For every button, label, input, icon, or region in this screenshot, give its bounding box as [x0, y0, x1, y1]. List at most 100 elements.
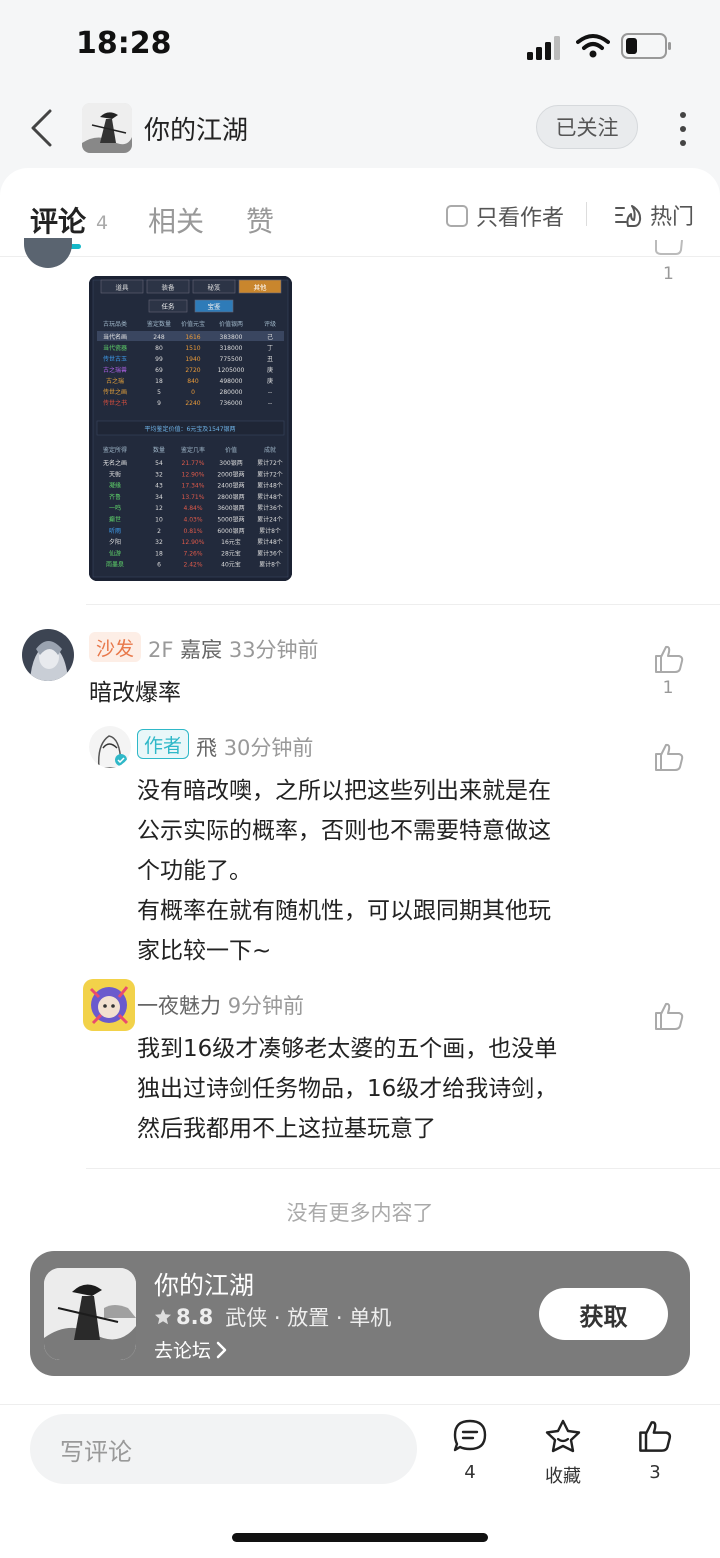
promo-app-name: 你的江湖 — [154, 1271, 255, 1300]
shot-header: 古玩品类 — [103, 320, 127, 328]
shot-cell: 累计8个 — [259, 561, 281, 569]
comment-time: 33分钟前 — [228, 638, 319, 662]
shot-tab-label: 装备 — [162, 283, 176, 292]
shot-cell: 当代名画 — [103, 333, 127, 341]
back-icon[interactable] — [28, 108, 54, 148]
comment-time: 9分钟前 — [227, 994, 305, 1018]
shot-cell: 10 — [155, 517, 163, 524]
shot-cell: 2.42% — [183, 562, 202, 569]
shot-cell: 12.90% — [182, 471, 205, 478]
star-icon — [155, 1309, 171, 1325]
shot-cell: 3600银两 — [217, 504, 244, 512]
page-title: 你的江湖 — [144, 116, 249, 146]
sort-hot-button[interactable]: 热门 — [614, 199, 694, 231]
checkbox-icon[interactable] — [446, 205, 468, 227]
shot-cell: 9 — [157, 400, 161, 407]
shot-cell: 累计48个 — [257, 538, 283, 546]
comment-meta: 飛 30分钟前 — [196, 732, 313, 762]
sort-icon — [615, 205, 642, 227]
comment-author[interactable]: 嘉宸 — [180, 638, 222, 662]
avatar[interactable] — [22, 629, 74, 681]
comment-text: 我到16级才凑够老太婆的五个画，也没单 独出过诗剑任务物品，16级才给我诗剑， … — [137, 1029, 557, 1149]
tab-related[interactable]: 相关 — [148, 200, 204, 240]
thumbs-up-icon[interactable] — [654, 240, 684, 260]
comment-author[interactable]: 飛 — [196, 736, 217, 760]
go-to-forum-link[interactable]: 去论坛 — [154, 1336, 229, 1363]
status-time: 18:28 — [76, 26, 172, 61]
shot-cell: 280000 — [220, 389, 243, 396]
like-count: 1 — [662, 678, 674, 698]
shot-tab-label: 道具 — [116, 283, 130, 292]
shot-cell: 2240 — [185, 400, 200, 407]
shot-cell: 累计72个 — [257, 470, 283, 478]
thumbs-up-icon[interactable] — [653, 1000, 685, 1032]
shot-cell: 4.03% — [183, 517, 202, 524]
write-comment-input[interactable]: 写评论 — [30, 1414, 417, 1484]
collect-label: 收藏 — [545, 1466, 581, 1487]
shot-header: 成就 — [264, 446, 276, 454]
shot-cell: 17.34% — [182, 483, 205, 490]
shot-header: 价值 — [225, 446, 237, 454]
author-only-toggle[interactable]: 只看作者 — [446, 200, 564, 232]
shot-cell: 1616 — [185, 334, 200, 341]
shot-cell: 12 — [155, 505, 163, 512]
thumbs-up-icon[interactable] — [653, 643, 685, 675]
shot-cell: 0.81% — [183, 528, 202, 535]
comment-author[interactable]: 一夜魅力 — [137, 994, 221, 1018]
shot-cell: 仙游 — [109, 549, 121, 557]
wifi-icon — [576, 34, 610, 58]
tab-comments[interactable]: 评论 — [30, 200, 86, 240]
shot-cell: 古之瑞 — [106, 377, 124, 385]
shot-header: 价值银两 — [219, 320, 243, 328]
shot-header: 鉴定几率 — [181, 446, 205, 454]
more-icon[interactable] — [675, 112, 691, 146]
shot-cell: 383800 — [220, 334, 243, 341]
comment-line: 家比较一下~ — [137, 938, 272, 964]
app-icon[interactable] — [44, 1268, 136, 1360]
follow-button[interactable]: 已关注 — [536, 105, 638, 149]
shot-cell: 300银两 — [219, 459, 242, 467]
get-app-button[interactable]: 获取 — [539, 1288, 668, 1340]
avatar[interactable] — [89, 726, 131, 768]
comment-line: 没有暗改噢，之所以把这些列出来就是在 — [137, 778, 551, 804]
shot-cell: 天街 — [109, 470, 121, 478]
shot-cell: 雨墨泉 — [106, 561, 124, 569]
shot-cell: 累计8个 — [259, 527, 281, 535]
collect-action[interactable]: 收藏 — [533, 1418, 593, 1488]
tab-likes[interactable]: 赞 — [246, 200, 274, 240]
shot-cell: 传世古玉 — [103, 355, 127, 363]
author-badge: 作者 — [137, 729, 190, 759]
shot-cell: 累计24个 — [257, 516, 283, 524]
shot-cell: 18 — [155, 550, 163, 557]
shot-cell: 736000 — [220, 400, 243, 407]
shot-cell: 318000 — [220, 345, 243, 352]
app-tags: 武侠 · 放置 · 单机 — [225, 1306, 392, 1330]
shot-cell: -- — [268, 400, 272, 407]
like-action[interactable]: 3 — [625, 1418, 685, 1483]
shot-header: 鉴定数量 — [147, 320, 171, 328]
shot-cell: 1940 — [185, 356, 200, 363]
app-avatar[interactable] — [82, 103, 132, 153]
shot-cell: 34 — [155, 494, 163, 501]
shot-cell: 癫世 — [109, 516, 121, 524]
shot-cell: 齐鲁 — [109, 493, 121, 501]
shot-cell: 21.77% — [182, 460, 205, 467]
go-to-forum-label: 去论坛 — [154, 1340, 212, 1362]
shot-cell: -- — [268, 389, 272, 396]
shot-cell: 无名之画 — [103, 459, 127, 467]
shot-cell: 0 — [191, 389, 195, 396]
shot-cell: 夕阳 — [109, 538, 121, 546]
game-screenshot-image[interactable]: 道具 装备 秘笈 其他 任务 宝鉴 古玩品类 鉴定数量 价值元宝 价值银两 评级 当代名画 248 161… — [89, 276, 292, 581]
avatar[interactable] — [83, 979, 135, 1031]
comment-meta: 一夜魅力 9分钟前 — [137, 990, 304, 1020]
thumbs-up-icon[interactable] — [653, 741, 685, 773]
shot-cell: 5000银两 — [217, 516, 244, 524]
shot-cell: 18 — [155, 378, 163, 385]
shot-cell: 己 — [267, 334, 273, 341]
comment-line: 个功能了。 — [137, 858, 252, 884]
sofa-badge: 沙发 — [89, 632, 142, 662]
comment-line: 然后我都用不上这拉基玩意了 — [137, 1116, 436, 1142]
battery-icon — [621, 33, 671, 59]
comment-action[interactable]: 4 — [440, 1418, 500, 1483]
chevron-right-icon — [216, 1341, 227, 1358]
